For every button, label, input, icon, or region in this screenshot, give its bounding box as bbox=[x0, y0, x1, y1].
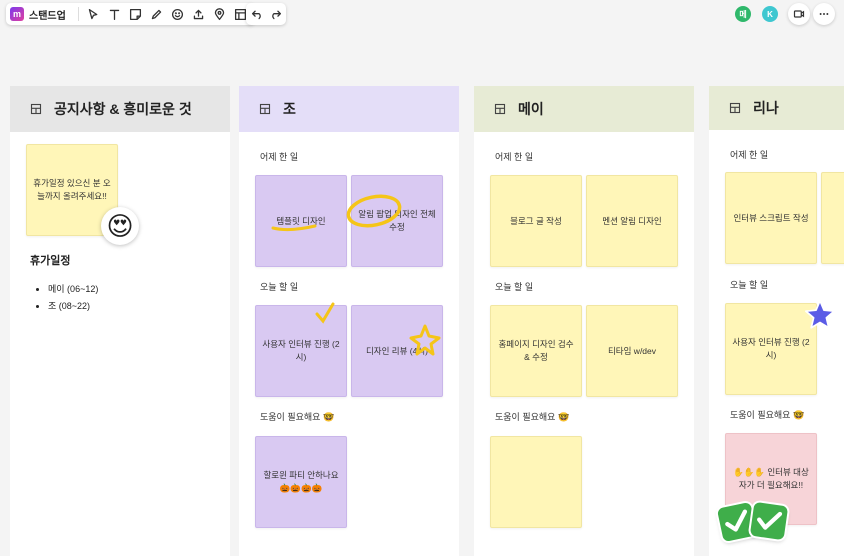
note-text: 블로그 글 작성 bbox=[510, 215, 562, 226]
sticky-note[interactable]: 알림 팝업 디자인 전체 수정 bbox=[351, 175, 443, 267]
section-label: 어제 한 일 bbox=[495, 152, 534, 162]
sticky-note[interactable]: 디자인 리뷰 (4시) bbox=[351, 305, 443, 397]
section-label: 도움이 필요해요 🤓 bbox=[260, 412, 335, 422]
section-label: 오늘 할 일 bbox=[495, 282, 534, 292]
column-notices: 공지사항 & 흥미로운 것 휴가일정 있으신 분 오늘까지 올려주세요!! 😍 … bbox=[10, 86, 230, 556]
note-text: 디자인 리뷰 (4시) bbox=[365, 345, 429, 356]
sticky-note[interactable]: 할로윈 파티 안하나요 🎃🎃🎃🎃 bbox=[255, 436, 347, 528]
sticky-note[interactable]: 홈페이지 디자인 검수 & 수정 bbox=[490, 305, 582, 397]
text-icon[interactable] bbox=[104, 4, 125, 24]
note-text: 사용자 인터뷰 진행 (2시) bbox=[262, 339, 340, 362]
column-may: 메이 어제 한 일 블로그 글 작성 멘션 알림 디자인 오늘 할 일 홈페이지… bbox=[474, 86, 694, 556]
main-toolbar: m 스탠드업 bbox=[6, 3, 255, 25]
list-item: 메이 (06~12) bbox=[48, 281, 98, 298]
column-header[interactable]: 조 bbox=[239, 86, 459, 132]
sticky-note[interactable]: 사용자 인터뷰 진행 (2시) bbox=[255, 305, 347, 397]
board-name[interactable]: 스탠드업 bbox=[29, 7, 66, 22]
video-icon[interactable] bbox=[788, 3, 810, 25]
column-title: 메이 bbox=[518, 101, 544, 117]
check-icon[interactable] bbox=[749, 501, 789, 541]
sticky-note[interactable] bbox=[821, 172, 844, 264]
note-text: 티타임 w/dev bbox=[607, 345, 657, 356]
note-text: 템플릿 디자인 bbox=[276, 215, 326, 226]
avatar-collaborator-1[interactable]: 메 bbox=[735, 6, 751, 22]
section-label: 오늘 할 일 bbox=[260, 282, 299, 292]
sticky-note[interactable]: 블로그 글 작성 bbox=[490, 175, 582, 267]
star-sticker[interactable] bbox=[803, 298, 837, 332]
column-title: 조 bbox=[283, 101, 296, 117]
redo-icon[interactable] bbox=[266, 4, 284, 24]
toolbar-divider bbox=[77, 7, 79, 21]
column-header[interactable]: 공지사항 & 흥미로운 것 bbox=[10, 86, 230, 132]
location-pin-icon[interactable] bbox=[209, 4, 230, 24]
history-controls bbox=[246, 3, 286, 25]
heart-eyes-sticker[interactable]: 😍 bbox=[101, 207, 139, 245]
note-text: ✋✋✋ 인터뷰 대상자가 더 필요해요!! bbox=[733, 467, 809, 490]
pen-icon[interactable] bbox=[146, 4, 167, 24]
sticky-note[interactable]: 템플릿 디자인 bbox=[255, 175, 347, 267]
section-label: 도움이 필요해요 🤓 bbox=[730, 410, 805, 420]
note-text: 휴가일정 있으신 분 오늘까지 올려주세요!! bbox=[33, 178, 111, 201]
cursor-icon[interactable] bbox=[83, 4, 104, 24]
column-header[interactable]: 메이 bbox=[474, 86, 694, 132]
column-jo: 조 어제 한 일 템플릿 디자인 알림 팝업 디자인 전체 수정 오늘 할 일 … bbox=[239, 86, 459, 556]
avatar-collaborator-2[interactable]: K bbox=[762, 6, 778, 22]
section-label: 어제 한 일 bbox=[730, 150, 769, 160]
note-text: 알림 팝업 디자인 전체 수정 bbox=[358, 209, 436, 232]
undo-icon[interactable] bbox=[248, 4, 266, 24]
frame-icon bbox=[259, 103, 271, 115]
note-text: 할로윈 파티 안하나요 🎃🎃🎃🎃 bbox=[263, 470, 339, 493]
sticky-note[interactable]: 인터뷰 스크립트 작성 bbox=[725, 172, 817, 264]
note-text: 홈페이지 디자인 검수 & 수정 bbox=[498, 339, 574, 362]
frame-icon bbox=[30, 103, 42, 115]
frame-icon bbox=[494, 103, 506, 115]
sticky-note-icon[interactable] bbox=[125, 4, 146, 24]
section-label: 어제 한 일 bbox=[260, 152, 299, 162]
note-text: 인터뷰 스크립트 작성 bbox=[733, 212, 809, 223]
column-header[interactable]: 리나 bbox=[709, 86, 844, 130]
vacation-list: 메이 (06~12) 조 (08~22) bbox=[36, 281, 98, 315]
sticky-note[interactable]: 티타임 w/dev bbox=[586, 305, 678, 397]
column-title: 리나 bbox=[753, 100, 779, 116]
note-text: 사용자 인터뷰 진행 (2시) bbox=[732, 337, 810, 360]
section-label: 도움이 필요해요 🤓 bbox=[495, 412, 570, 422]
emoji-icon[interactable] bbox=[167, 4, 188, 24]
upload-icon[interactable] bbox=[188, 4, 209, 24]
frame-icon bbox=[729, 102, 741, 114]
sticky-note[interactable]: 멘션 알림 디자인 bbox=[586, 175, 678, 267]
vacation-title: 휴가일정 bbox=[30, 255, 71, 267]
section-label: 오늘 할 일 bbox=[730, 280, 769, 290]
sticky-note[interactable] bbox=[490, 436, 582, 528]
list-item: 조 (08~22) bbox=[48, 298, 98, 315]
column-title: 공지사항 & 흥미로운 것 bbox=[54, 101, 192, 117]
more-icon[interactable] bbox=[813, 3, 835, 25]
note-text: 멘션 알림 디자인 bbox=[602, 215, 662, 226]
app-logo[interactable]: m bbox=[10, 7, 24, 21]
